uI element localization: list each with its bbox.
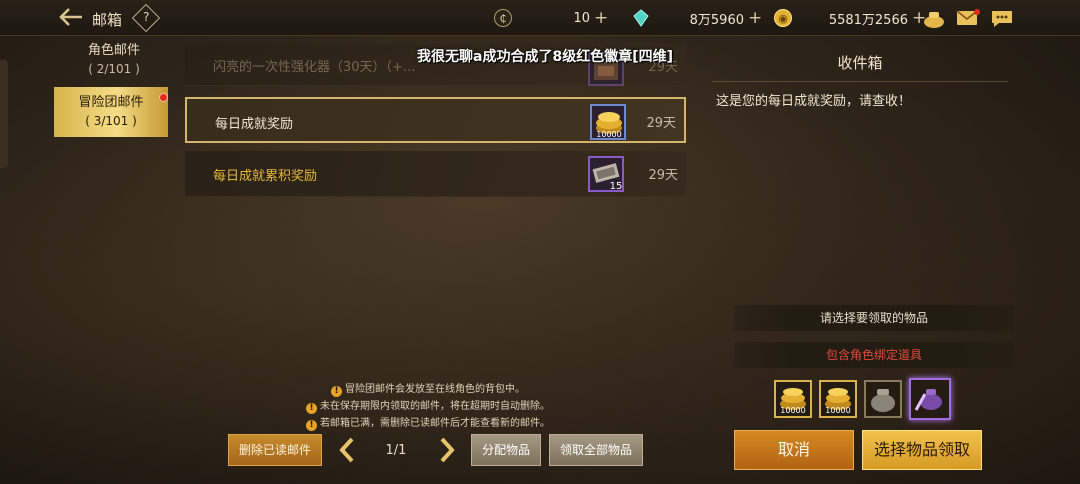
chevron-right-icon	[440, 437, 455, 463]
add-cera-button[interactable]: +	[594, 8, 608, 28]
chat-icon[interactable]	[990, 9, 1012, 27]
gold-coins-icon: 10000	[590, 104, 626, 140]
select-claim-button[interactable]: 选择物品领取	[862, 430, 982, 470]
mail-row-selected[interactable]: 每日成就奖励 10000 29天	[185, 97, 686, 143]
note-line: ! 冒险团邮件会发放至在线角色的背包中。	[288, 380, 568, 397]
tab-adventure-team-mail[interactable]: 冒险团邮件 ( 3/101 )	[54, 87, 168, 137]
side-drawer-handle[interactable]	[0, 60, 8, 168]
top-bar: 邮箱 ? ₵ 10 + 8万5960 + ◉ 5581万2566 +	[0, 0, 1080, 36]
delete-read-mail-button[interactable]: 删除已读邮件	[228, 434, 322, 466]
back-arrow-icon[interactable]	[58, 7, 86, 29]
tab-count: ( 3/101 )	[85, 114, 137, 128]
reward-slot[interactable]: 10000	[774, 380, 812, 418]
ticket-item-icon: 15	[588, 156, 624, 192]
cera-coin-icon: ₵	[494, 9, 512, 27]
tab-count: ( 2/101 )	[88, 62, 140, 76]
reward-slot[interactable]	[864, 380, 902, 418]
note-line: ! 未在保存期限内领取的邮件，将在超期时自动删除。	[288, 397, 568, 414]
gem-icon	[632, 9, 650, 27]
tab-character-mail[interactable]: 角色邮件 ( 2/101 )	[54, 42, 174, 82]
page-title: 邮箱	[92, 11, 123, 29]
divider	[712, 81, 1008, 82]
warning-icon: !	[306, 420, 317, 431]
claim-all-button[interactable]: 领取全部物品	[549, 434, 643, 466]
mail-icon[interactable]	[956, 9, 980, 27]
item-count: 10000	[596, 130, 621, 139]
detail-message: 这是您的每日成就奖励，请查收！	[716, 94, 912, 109]
distribute-items-button[interactable]: 分配物品	[471, 434, 541, 466]
detail-title: 收件箱	[837, 54, 883, 72]
broadcast-text: 我很无聊a成功合成了8级红色徽章[四维]	[417, 49, 673, 65]
warning-icon: !	[306, 403, 317, 414]
next-page-button[interactable]	[437, 437, 457, 465]
gold-coins-icon: 10000	[780, 388, 806, 415]
mail-days: 29天	[646, 116, 676, 131]
mail-row[interactable]: 每日成就累积奖励 15 29天	[185, 151, 686, 197]
prev-page-button[interactable]	[337, 437, 357, 465]
cancel-button[interactable]: 取消	[734, 430, 854, 470]
bound-item-hint: 包含角色绑定道具	[734, 342, 1014, 368]
help-button[interactable]: ?	[131, 3, 161, 33]
currency-gold: ◉ 5581万2566 +	[774, 7, 926, 29]
item-count: 15	[610, 181, 623, 192]
note-text: 冒险团邮件会发放至在线角色的背包中。	[345, 384, 525, 395]
reward-slot-selected[interactable]	[909, 378, 951, 420]
mail-days: 29天	[648, 168, 678, 183]
gold-coin-icon: ◉	[774, 9, 792, 27]
broadcast-banner: 我很无聊a成功合成了8级红色徽章[四维]	[380, 46, 710, 66]
unread-dot	[159, 93, 168, 102]
select-hint: 请选择要领取的物品	[734, 305, 1014, 331]
tab-label: 角色邮件	[87, 43, 140, 58]
add-gem-button[interactable]: +	[748, 8, 762, 28]
item-count: 10000	[780, 406, 805, 415]
shop-pot-icon[interactable]	[922, 9, 944, 28]
note-text: 未在保存期限内领取的邮件，将在超期时自动删除。	[320, 401, 550, 412]
note-line: ! 若邮箱已满，需删除已读邮件后才能查看新的邮件。	[288, 414, 568, 431]
page-indicator: 1/1	[385, 443, 407, 458]
help-icon: ?	[143, 10, 150, 25]
currency-cera: ₵ 10 +	[494, 7, 608, 29]
chevron-left-icon	[339, 437, 354, 463]
gold-value: 5581万2566	[828, 12, 908, 28]
tab-label: 冒险团邮件	[78, 95, 144, 110]
currency-gem: 8万5960 +	[632, 7, 762, 29]
item-count: 10000	[825, 406, 850, 415]
reward-slot[interactable]: 10000	[819, 380, 857, 418]
gold-coins-icon: 10000	[825, 388, 851, 415]
note-text: 若邮箱已满，需删除已读邮件后才能查看新的邮件。	[320, 418, 550, 429]
pot-icon	[871, 389, 895, 412]
mail-title: 每日成就累积奖励	[213, 169, 318, 184]
gem-value: 8万5960	[689, 12, 744, 28]
cera-value: 10	[573, 10, 590, 26]
mail-title: 每日成就奖励	[215, 117, 294, 132]
warning-icon: !	[331, 386, 342, 397]
teapot-icon	[914, 389, 942, 411]
